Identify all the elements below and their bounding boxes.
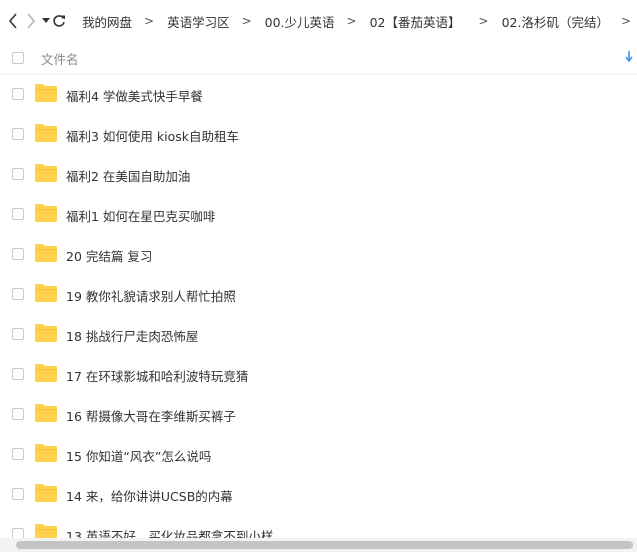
list-item[interactable]: 18 挑战行尸走肉恐怖屋 xyxy=(0,314,637,354)
folder-icon xyxy=(35,364,57,382)
folder-icon xyxy=(35,404,57,422)
list-item[interactable]: 福利1 如何在星巴克买咖啡 xyxy=(0,194,637,234)
file-name[interactable]: 15 你知道“风衣”怎么说吗 xyxy=(66,446,211,465)
file-name[interactable]: 16 帮摄像大哥在李维斯买裤子 xyxy=(66,406,236,425)
scrollbar-thumb[interactable] xyxy=(16,541,633,549)
back-button[interactable] xyxy=(8,6,18,36)
row-checkbox[interactable] xyxy=(12,88,24,100)
breadcrumb-separator: > xyxy=(620,14,632,28)
row-checkbox[interactable] xyxy=(12,448,24,460)
navigation-toolbar: 我的网盘 > 英语学习区 > 00.少儿英语 > 02【番茄英语】 > 02.洛… xyxy=(0,0,637,42)
select-all-checkbox[interactable] xyxy=(12,52,24,64)
file-list: 福利4 学做美式快手早餐 福利3 如何使用 kiosk自助租车 福利2 在美国自… xyxy=(0,74,637,554)
file-name[interactable]: 14 来，给你讲讲UCSB的内幕 xyxy=(66,486,233,505)
breadcrumb-item[interactable]: 我的网盘 xyxy=(82,12,132,31)
breadcrumb-separator: > xyxy=(241,14,252,28)
file-name[interactable]: 19 教你礼貌请求别人帮忙拍照 xyxy=(66,286,236,305)
list-item[interactable]: 福利3 如何使用 kiosk自助租车 xyxy=(0,114,637,154)
refresh-button[interactable] xyxy=(52,6,66,36)
caret-down-icon xyxy=(42,18,50,23)
row-checkbox[interactable] xyxy=(12,328,24,340)
folder-icon xyxy=(35,484,57,502)
list-item[interactable]: 15 你知道“风衣”怎么说吗 xyxy=(0,434,637,474)
list-item[interactable]: 17 在环球影城和哈利波特玩竞猜 xyxy=(0,354,637,394)
horizontal-scrollbar[interactable] xyxy=(0,538,637,552)
breadcrumb-separator: > xyxy=(478,14,489,28)
row-checkbox[interactable] xyxy=(12,208,24,220)
column-header-filename[interactable]: 文件名 xyxy=(41,49,79,68)
file-name[interactable]: 福利3 如何使用 kiosk自助租车 xyxy=(66,126,239,145)
breadcrumb-separator: > xyxy=(144,14,155,28)
breadcrumb: 我的网盘 > 英语学习区 > 00.少儿英语 > 02【番茄英语】 > 02.洛… xyxy=(82,12,637,31)
file-list-header: 文件名 xyxy=(0,42,637,75)
breadcrumb-item[interactable]: 00.少儿英语 xyxy=(265,12,335,31)
row-checkbox[interactable] xyxy=(12,168,24,180)
file-name[interactable]: 17 在环球影城和哈利波特玩竞猜 xyxy=(66,366,248,385)
file-name[interactable]: 18 挑战行尸走肉恐怖屋 xyxy=(66,326,198,345)
row-checkbox[interactable] xyxy=(12,288,24,300)
row-checkbox[interactable] xyxy=(12,248,24,260)
history-dropdown-button[interactable] xyxy=(42,6,50,36)
forward-button[interactable] xyxy=(26,6,36,36)
list-item[interactable]: 19 教你礼貌请求别人帮忙拍照 xyxy=(0,274,637,314)
breadcrumb-item[interactable]: 英语学习区 xyxy=(167,12,230,31)
chevron-right-icon xyxy=(27,13,36,29)
folder-icon xyxy=(35,244,57,262)
folder-icon xyxy=(35,164,57,182)
list-item[interactable]: 16 帮摄像大哥在李维斯买裤子 xyxy=(0,394,637,434)
sort-down-arrow-icon[interactable] xyxy=(625,51,633,63)
breadcrumb-item[interactable]: 02.洛杉矶（完结） xyxy=(502,12,609,31)
list-item[interactable]: 14 来，给你讲讲UCSB的内幕 xyxy=(0,474,637,514)
file-name[interactable]: 福利1 如何在星巴克买咖啡 xyxy=(66,206,215,225)
breadcrumb-separator: > xyxy=(346,14,357,28)
folder-icon xyxy=(35,284,57,302)
folder-icon xyxy=(35,124,57,142)
folder-icon xyxy=(35,444,57,462)
list-item[interactable]: 20 完结篇 复习 xyxy=(0,234,637,274)
list-item[interactable]: 福利2 在美国自助加油 xyxy=(0,154,637,194)
list-item[interactable]: 福利4 学做美式快手早餐 xyxy=(0,74,637,114)
refresh-icon xyxy=(53,15,65,27)
chevron-left-icon xyxy=(8,13,17,29)
folder-icon xyxy=(35,84,57,102)
breadcrumb-item[interactable]: 02【番茄英语】 xyxy=(370,12,461,31)
folder-icon xyxy=(35,324,57,342)
row-checkbox[interactable] xyxy=(12,128,24,140)
row-checkbox[interactable] xyxy=(12,368,24,380)
row-checkbox[interactable] xyxy=(12,488,24,500)
folder-icon xyxy=(35,204,57,222)
file-name[interactable]: 福利2 在美国自助加油 xyxy=(66,166,190,185)
file-name[interactable]: 福利4 学做美式快手早餐 xyxy=(66,86,203,105)
file-name[interactable]: 20 完结篇 复习 xyxy=(66,246,152,265)
row-checkbox[interactable] xyxy=(12,408,24,420)
